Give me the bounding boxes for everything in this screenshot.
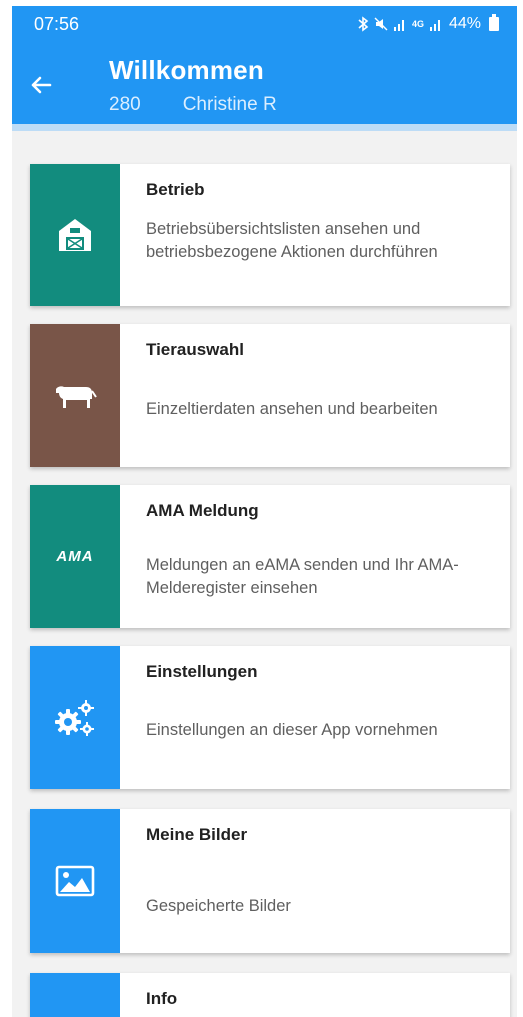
card-description: Meldungen an eAMA senden und Ihr AMA-Mel… [146, 556, 459, 597]
back-arrow-icon[interactable] [26, 70, 56, 100]
card-icon-panel [30, 646, 120, 789]
farm-number: 280 [109, 94, 141, 115]
card-icon-panel [30, 973, 120, 1017]
app-screen: 07:56 4G 44% Willkommen 280 Christine R … [12, 6, 517, 1017]
4g-icon: 4G [411, 19, 424, 29]
menu-card-betrieb[interactable]: Betrieb Betriebsübersichtslisten ansehen… [30, 164, 510, 306]
card-description: Einzeltierdaten ansehen und bearbeiten [146, 400, 438, 418]
card-title: Info [146, 989, 178, 1008]
app-bar: Willkommen 280 Christine R [12, 42, 517, 124]
card-icon-panel [30, 164, 120, 306]
card-title: Meine Bilder [146, 825, 248, 844]
signal-icon [393, 20, 404, 31]
card-description: Einstellungen an dieser App vornehmen [146, 721, 438, 739]
battery-percent: 44% [448, 15, 481, 32]
barn-icon [59, 219, 91, 251]
menu-card-einstellungen[interactable]: Einstellungen Einstellungen an dieser Ap… [30, 646, 510, 789]
battery-icon [489, 14, 499, 31]
menu-card-meine-bilder[interactable]: Meine Bilder Gespeicherte Bilder [30, 809, 510, 953]
signal-icon [429, 20, 440, 31]
card-title: Tierauswahl [146, 340, 244, 359]
menu-card-info[interactable]: Info [30, 973, 510, 1017]
status-time: 07:56 [34, 13, 80, 34]
card-title: AMA Meldung [146, 501, 259, 520]
card-description: Gespeicherte Bilder [146, 897, 291, 915]
ama-logo-icon: AMA [56, 548, 94, 565]
image-icon [55, 865, 95, 897]
app-bar-divider [12, 124, 517, 131]
status-icons: 4G [357, 16, 443, 32]
status-right: 4G 44% [357, 14, 499, 33]
card-icon-panel [30, 809, 120, 953]
menu-card-ama-meldung[interactable]: AMA AMA Meldung Meldungen an eAMA senden… [30, 485, 510, 628]
gears-icon [55, 699, 94, 736]
card-icon-panel [30, 324, 120, 467]
page-title: Willkommen [109, 55, 264, 85]
status-bar: 07:56 4G 44% [12, 6, 517, 42]
page-subtitle: 280 Christine R [109, 94, 277, 116]
card-title: Einstellungen [146, 662, 258, 681]
menu-card-tierauswahl[interactable]: Tierauswahl Einzeltierdaten ansehen und … [30, 324, 510, 467]
cow-icon [56, 385, 97, 408]
card-title: Betrieb [146, 180, 205, 199]
bluetooth-icon [358, 16, 369, 32]
card-description: Betriebsübersichtslisten ansehen und bet… [146, 220, 438, 261]
card-icon-panel: AMA [30, 485, 120, 628]
mute-icon [374, 17, 388, 31]
user-name: Christine R [182, 94, 277, 115]
